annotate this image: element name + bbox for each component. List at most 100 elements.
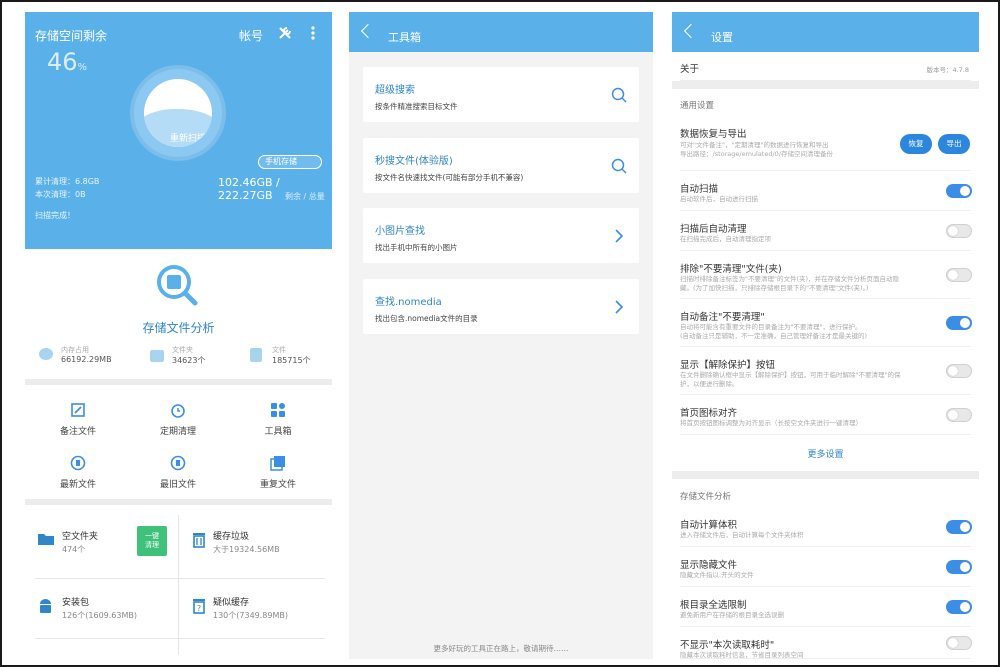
setting-row[interactable]: 自动扫描 启动软件后，自动进行扫描 [680, 171, 972, 211]
stat-value: 185715个 [272, 356, 311, 365]
about-row[interactable]: 关于 版本号：4.7.8 [680, 52, 971, 81]
tool-small-images[interactable]: 小图片查找 找出手机中所有的小图片 [363, 208, 639, 263]
toggle-knob [960, 602, 970, 612]
storage-analysis[interactable]: 存储文件分析 内存占用 66192.29MB 文件夹 34623个 文件 185715… [25, 249, 332, 379]
card-row-divider [35, 638, 325, 639]
setting-row[interactable]: 自动计算体积 进入存储文件后，自动计算每个文件夹体积 [680, 507, 972, 547]
grid-newest-files[interactable]: 最新文件 [33, 455, 123, 490]
setting-row[interactable]: 首页图标对齐 将首页按钮图标调整为对齐显示（长按空文件夹进行一键清理） [680, 395, 972, 435]
divider [25, 379, 332, 385]
more-menu-icon[interactable] [310, 25, 316, 41]
section-gap [672, 471, 979, 479]
pie-chart-icon [39, 348, 53, 360]
toggle-knob [948, 638, 958, 648]
tools-icon[interactable] [277, 25, 293, 41]
tool-title: 秒搜文件(体验版) [375, 156, 453, 167]
toggle-switch[interactable] [946, 600, 972, 614]
account-button[interactable]: 帐号 [239, 27, 263, 44]
grid-toolbox[interactable]: 工具箱 [233, 402, 323, 437]
toolbox-icon [271, 403, 285, 417]
setting-row[interactable]: 显示【解除保护】按钮 在文件删除确认框中显示【解除保护】按钮，可用于临时解除"不要… [680, 347, 972, 395]
setting-desc: 可对"文件备注"，"定期清理"的数据进行恢复和导出 导出路径：/storage/… [680, 141, 834, 158]
toggle-switch[interactable] [946, 560, 972, 574]
android-icon [40, 599, 51, 613]
setting-title: 扫描后自动清理 [680, 224, 747, 235]
setting-row[interactable]: 扫描后自动清理 在扫描完成后，自动清理指定项 [680, 211, 972, 251]
grid-oldest-files[interactable]: 最旧文件 [133, 455, 223, 490]
back-arrow-icon[interactable] [683, 23, 699, 39]
this-cleaned: 本次清理：0B [35, 190, 86, 199]
screenshot-frame: 存储空间剩余 帐号 46% 重新扫描 手机存储 累计清理：6.8GB 本次清理：… [0, 0, 1000, 667]
setting-title: 自动计算体积 [680, 520, 738, 531]
toggle-switch[interactable] [946, 316, 972, 330]
grid-label: 重复文件 [259, 480, 296, 490]
toggle-knob [948, 366, 958, 376]
analysis-title: 存储文件分析 [142, 321, 215, 335]
setting-desc: 避免新用户在存储的根目录全选误删 [680, 611, 784, 619]
setting-title: 首页图标对齐 [680, 408, 738, 419]
grid-label: 工具箱 [264, 427, 292, 437]
grid-duplicate-files[interactable]: 重复文件 [233, 455, 323, 490]
toggle-switch[interactable] [946, 408, 972, 422]
tool-title: 小图片查找 [375, 226, 425, 237]
one-click-clean-button[interactable]: 一键 清理 [137, 526, 167, 556]
setting-row[interactable]: 根目录全选限制 避免新用户在存储的根目录全选误删 [680, 587, 972, 627]
toggle-switch[interactable] [946, 268, 972, 282]
restore-button[interactable]: 恢复 [900, 134, 932, 154]
setting-title: 自动扫描 [680, 184, 719, 195]
search-icon [611, 158, 627, 174]
alarm-clock-icon [171, 404, 185, 418]
toggle-knob [948, 270, 958, 280]
storage-title: 存储空间剩余 [35, 29, 108, 43]
setting-row[interactable]: 不显示"本次读取耗时" 隐藏本次读取耗时信息，节省目录列表空间 [680, 627, 972, 659]
card-title: 安装包 [62, 598, 90, 608]
section-gap [672, 81, 979, 89]
storage-header: 存储空间剩余 帐号 46% 重新扫描 手机存储 累计清理：6.8GB 本次清理：… [25, 12, 332, 249]
setting-title: 自动备注"不要清理" [680, 312, 765, 323]
toggle-switch[interactable] [946, 520, 972, 534]
tool-super-search[interactable]: 超级搜索 按条件精准搜索目标文件 [363, 67, 639, 122]
setting-row[interactable]: 自动备注"不要清理" 自动将可能含有重要文件的目录备注为"不要清理"，进行保护。 … [680, 299, 972, 347]
export-button[interactable]: 导出 [938, 134, 970, 154]
tool-desc: 按文件名快速找文件(可能有部分手机不兼容) [375, 173, 524, 182]
setting-title: 显示【解除保护】按钮 [680, 360, 776, 371]
back-arrow-icon[interactable] [360, 23, 376, 39]
stat-value: 34623个 [172, 356, 206, 365]
setting-title: 根目录全选限制 [680, 600, 747, 611]
phone-storage-button[interactable]: 手机存储 [258, 155, 322, 169]
setting-desc: 将首页按钮图标调整为对齐显示（长按空文件夹进行一键清理） [680, 419, 862, 427]
setting-desc: 隐藏本次读取耗时信息，节省目录列表空间 [680, 651, 804, 659]
suspect-cache-card[interactable]: 疑似缓存 130个(7349.89MB) [213, 595, 288, 621]
page-title: 工具箱 [388, 31, 421, 44]
storage-ring[interactable]: 重新扫描 [130, 65, 226, 161]
toggle-knob [960, 186, 970, 196]
setting-row[interactable]: 排除"不要清理"文件(夹) 扫描时排除备注标签为"不要清理"的文件(夹)，并在存储… [680, 251, 972, 299]
tool-quick-search[interactable]: 秒搜文件(体验版) 按文件名快速找文件(可能有部分手机不兼容) [363, 138, 639, 193]
more-settings-link[interactable]: 更多设置 [672, 447, 979, 460]
setting-title: 数据恢复与导出 [680, 129, 747, 140]
toggle-knob [960, 522, 970, 532]
old-file-icon [170, 455, 186, 471]
grid-scheduled-clean[interactable]: 定期清理 [133, 402, 223, 437]
search-icon [611, 87, 627, 103]
toggle-switch[interactable] [946, 184, 972, 198]
grid-notes[interactable]: 备注文件 [33, 402, 123, 437]
stat-value: 66192.29MB [61, 355, 112, 364]
grid-label: 最新文件 [59, 480, 96, 490]
grid-label: 定期清理 [159, 427, 196, 437]
remaining-percent: 46% [47, 48, 87, 76]
stat-memory: 内存占用 66192.29MB [61, 345, 112, 364]
card-title: 缓存垃圾 [213, 532, 250, 542]
toggle-switch[interactable] [946, 636, 972, 650]
tool-nomedia[interactable]: 查找.nomedia 找出包含.nomedia文件的目录 [363, 279, 639, 334]
grid-label: 最旧文件 [159, 480, 196, 490]
tool-title: 超级搜索 [375, 85, 415, 96]
scan-status: 扫描完成！ [35, 211, 75, 220]
apk-card[interactable]: 安装包 126个(1609.63MB) [62, 595, 137, 621]
toggle-switch[interactable] [946, 224, 972, 238]
file-icon [250, 348, 262, 362]
empty-folder-card[interactable]: 空文件夹 474个 [62, 529, 98, 555]
cache-card[interactable]: 缓存垃圾 大于19324.56MB [213, 529, 280, 555]
setting-row[interactable]: 显示隐藏文件 隐藏文件指以.开头的文件 [680, 547, 972, 587]
toggle-switch[interactable] [946, 364, 972, 378]
